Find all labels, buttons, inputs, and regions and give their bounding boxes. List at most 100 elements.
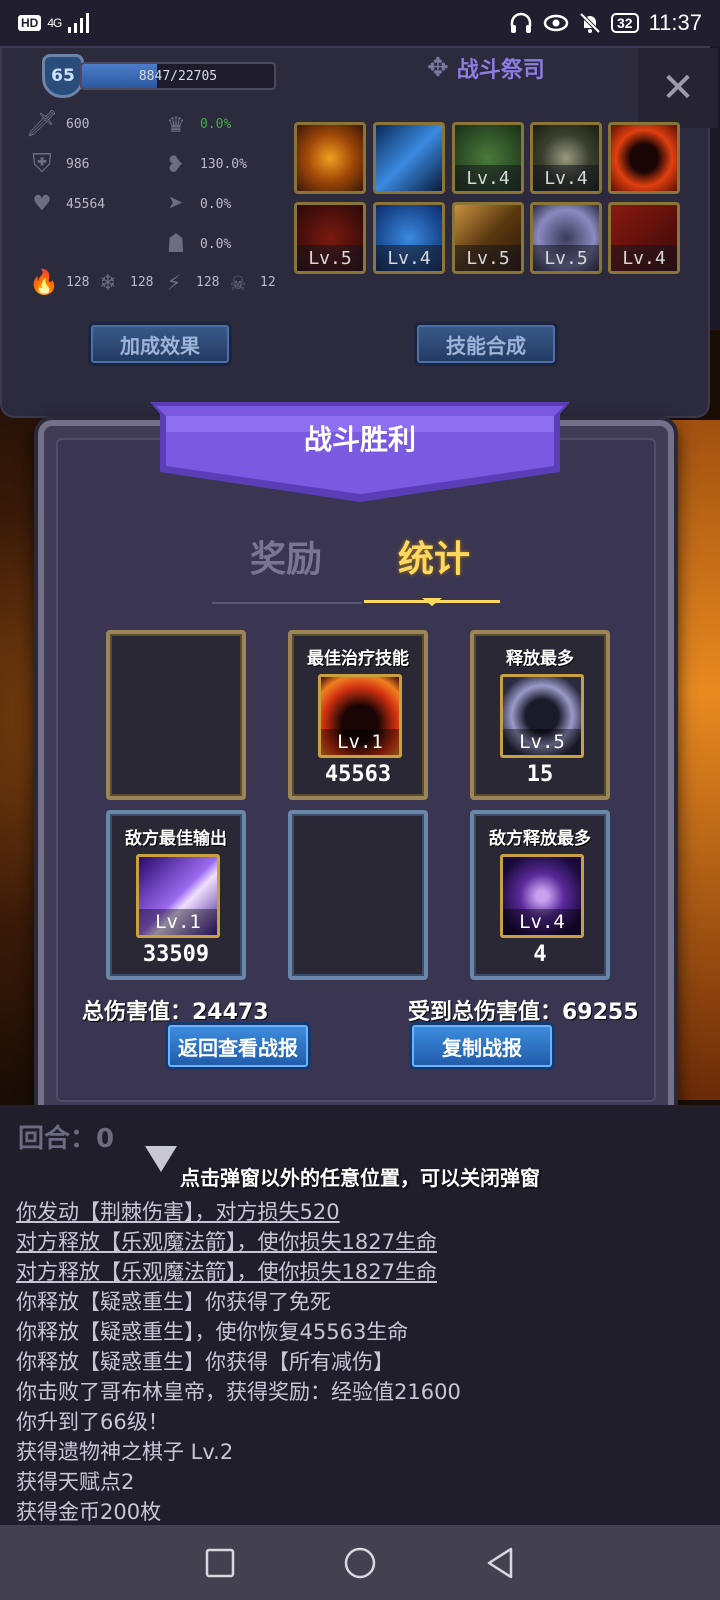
mute-bell-icon (579, 12, 601, 34)
heart-wing-icon: ❥ (168, 149, 184, 179)
skill-icon-dark-rebirth: Lv.1 (318, 674, 402, 758)
skill-slot-10[interactable]: Lv.4 (608, 202, 680, 274)
card-value: 4 (533, 942, 547, 967)
stat-card-enemy-best[interactable]: 敌方最佳输出 Lv.1 33509 (106, 810, 246, 980)
stat-defense: ⛨ 986 (26, 148, 89, 180)
stat-lightning-value: 128 (196, 274, 220, 290)
skill-level (297, 165, 363, 191)
stat-attack-value: 600 (66, 116, 90, 132)
skill-level: Lv.4 (533, 165, 599, 191)
stat-hp-value: 45564 (66, 196, 106, 212)
xp-text: 8847/22705 (138, 68, 218, 84)
recent-apps-button[interactable] (200, 1543, 240, 1583)
back-button[interactable] (480, 1543, 520, 1583)
shield-icon: ⛨ (32, 148, 52, 179)
stat-c-value: 0.0% (200, 196, 232, 212)
bonus-effect-button[interactable]: 加成效果 (88, 322, 232, 366)
skill-slot-7[interactable]: Lv.4 (373, 202, 445, 274)
stat-hp: ♥ 45564 (26, 188, 105, 220)
stat-a: ♛ 0.0% (160, 108, 231, 140)
log-line: 你升到了66级！ (16, 1410, 169, 1434)
card-value: 45563 (324, 762, 392, 787)
log-line: 获得遗物神之棋子 Lv.2 (16, 1440, 234, 1464)
tab-divider (212, 602, 362, 604)
stat-ice: ❄ 128 (94, 266, 154, 298)
log-line: 你释放【疑惑重生】你获得了免死 (16, 1290, 331, 1314)
battery-indicator: 32 (611, 13, 639, 33)
log-line: 你击败了哥布林皇帝，获得奖励：经验值21600 (16, 1380, 461, 1404)
skill-level: Lv.4 (376, 245, 442, 271)
fire-icon: 🔥 (29, 268, 59, 296)
skill-slot-6[interactable]: Lv.5 (294, 202, 366, 274)
skill-icon-magic-arrow: Lv.1 (136, 854, 220, 938)
log-line: 你发动【荆棘伤害】，对方损失520 (16, 1200, 340, 1224)
clock: 11:37 (648, 10, 702, 35)
skill-icon-claw: Lv.4 (500, 854, 584, 938)
card-label: 敌方释放最多 (489, 829, 591, 849)
skill-level: Lv.5 (455, 245, 521, 271)
view-report-button[interactable]: 返回查看战报 (165, 1022, 311, 1070)
skull-icon: ☠ (230, 268, 246, 296)
stat-poison-value: 12 (260, 274, 276, 290)
log-line: 获得金币200枚 (16, 1500, 162, 1524)
skill-combine-button[interactable]: 技能合成 (414, 322, 558, 366)
stat-ice-value: 128 (130, 274, 154, 290)
close-hint: 点击弹窗以外的任意位置，可以关闭弹窗 (180, 1166, 540, 1190)
copy-report-button[interactable]: 复制战报 (409, 1022, 555, 1070)
stat-card-most-cast[interactable]: 释放最多 Lv.5 15 (470, 630, 610, 800)
move-arrows-icon: ✥ (427, 53, 449, 83)
stat-fire: 🔥 128 (29, 266, 89, 298)
stat-attack: 🗡 600 (25, 108, 90, 140)
stat-card-best-heal[interactable]: 最佳治疗技能 Lv.1 45563 (288, 630, 428, 800)
stat-c: ➤ 0.0% (160, 188, 231, 220)
character-panel: 65 8847/22705 ✥ 战斗祭司 ✕ 🗡 600 ⛨ 986 ♥ 45564 … (0, 46, 718, 418)
card-label: 释放最多 (506, 649, 574, 669)
card-skill-level: Lv.4 (503, 909, 581, 935)
battle-log[interactable]: 你发动【荆棘伤害】，对方损失520 对方释放【乐观魔法箭】，使你损失1827生命… (16, 1196, 461, 1526)
skill-level (611, 165, 677, 191)
altar-title[interactable]: ✥ 战斗祭司 (427, 52, 545, 84)
log-line: 你释放【疑惑重生】你获得【所有减伤】 (16, 1350, 394, 1374)
stat-card-enemy-most[interactable]: 敌方释放最多 Lv.4 4 (470, 810, 610, 980)
skull-fist-icon: ☗ (168, 229, 184, 259)
skill-slot-1[interactable] (294, 122, 366, 194)
skill-slot-2[interactable] (373, 122, 445, 194)
signal-icon (68, 13, 90, 33)
skill-slot-5[interactable] (608, 122, 680, 194)
log-line: 获得天赋点2 (16, 1470, 135, 1494)
log-line: 你释放【疑惑重生】，使你恢复45563生命 (16, 1320, 409, 1344)
card-skill-level: Lv.5 (503, 729, 581, 755)
eye-icon (543, 14, 569, 32)
skill-level: Lv.4 (611, 245, 677, 271)
stat-a-value: 0.0% (200, 116, 232, 132)
modal-title: 战斗胜利 (303, 423, 416, 456)
stat-poison: ☠ 12 (224, 266, 276, 298)
lightning-icon: ⚡ (166, 268, 182, 296)
skill-slot-8[interactable]: Lv.5 (452, 202, 524, 274)
home-button[interactable] (340, 1543, 380, 1583)
snowflake-icon: ❄ (100, 268, 116, 296)
tab-rewards[interactable]: 奖励 (250, 530, 322, 582)
back-triangle-icon (487, 1547, 513, 1578)
card-skill-level: Lv.1 (139, 909, 217, 935)
altar-title-label: 战斗祭司 (456, 58, 545, 83)
stat-b-value: 130.0% (200, 156, 247, 172)
skill-icon-shield: Lv.5 (500, 674, 584, 758)
headphones-icon (510, 12, 532, 33)
log-line: 对方释放【乐观魔法箭】，使你损失1827生命 (16, 1260, 437, 1284)
close-icon: ✕ (661, 65, 695, 111)
tab-stats[interactable]: 统计 (398, 530, 470, 582)
skill-slot-4[interactable]: Lv.4 (530, 122, 602, 194)
skill-slot-3[interactable]: Lv.4 (452, 122, 524, 194)
card-value: 15 (526, 762, 554, 787)
skill-slot-9[interactable]: Lv.5 (530, 202, 602, 274)
skill-level (376, 165, 442, 191)
crown-spikes-icon: ♛ (168, 109, 184, 139)
stat-b: ❥ 130.0% (160, 148, 247, 180)
circle-icon (344, 1547, 376, 1578)
sword-icon: 🗡 (25, 109, 59, 139)
close-button[interactable]: ✕ (638, 48, 718, 128)
level-badge: 65 (42, 54, 84, 98)
round-label: 回合：0 (18, 1124, 115, 1154)
skill-level: Lv.5 (533, 245, 599, 271)
